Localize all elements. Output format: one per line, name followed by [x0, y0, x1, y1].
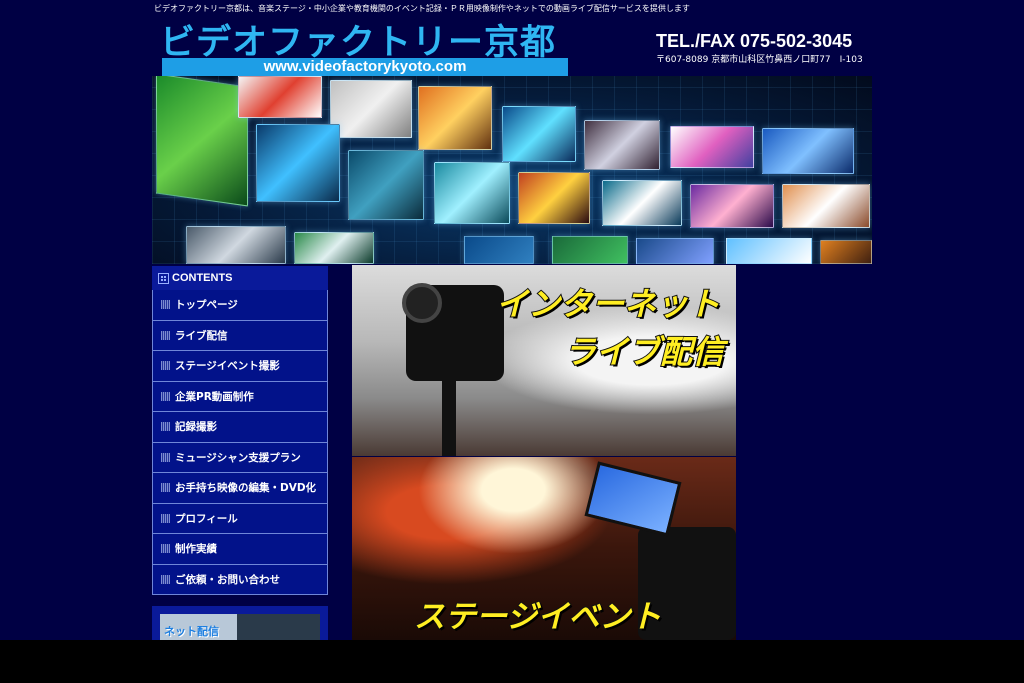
banner-screen — [762, 128, 854, 174]
bullet-icon — [161, 483, 170, 493]
banner-screen — [418, 86, 492, 150]
banner-screen — [518, 172, 590, 224]
banner-screen — [464, 236, 534, 264]
bullet-icon — [161, 391, 170, 401]
contents-heading: CONTENTS — [152, 266, 328, 290]
bottom-bar — [0, 640, 1024, 683]
banner-screen — [552, 236, 628, 264]
banner-screen — [820, 240, 872, 264]
bullet-icon — [161, 574, 170, 584]
hero-banner — [152, 76, 872, 264]
bullet-icon — [161, 300, 170, 310]
banner-screen — [294, 232, 374, 264]
nav-item-label: 制作実績 — [175, 543, 217, 556]
banner-screen — [636, 238, 714, 264]
live-feature-title-line1: インターネット — [495, 284, 721, 324]
banner-screen — [602, 180, 682, 226]
nav-item-recording[interactable]: 記録撮影 — [152, 412, 328, 443]
nav-item-label: ミュージシャン支援プラン — [175, 451, 301, 464]
banner-screen — [434, 162, 510, 224]
nav-item-stage-event[interactable]: ステージイベント撮影 — [152, 351, 328, 382]
tripod — [442, 381, 456, 456]
nav-item-label: ご依頼・お問い合わせ — [175, 573, 280, 586]
stage-event-feature[interactable]: ステージイベント — [352, 457, 736, 640]
bullet-icon — [161, 513, 170, 523]
bullet-icon — [161, 330, 170, 340]
net-streaming-banner[interactable]: ネット配信 — [160, 614, 320, 640]
banner-screen — [670, 126, 754, 168]
bullet-icon — [161, 422, 170, 432]
banner-screen — [502, 106, 576, 162]
camera-lens — [402, 283, 442, 323]
banner-screen — [256, 124, 340, 202]
nav-item-portfolio[interactable]: 制作実績 — [152, 534, 328, 565]
banner-screen — [186, 226, 286, 264]
bullet-icon — [161, 452, 170, 462]
nav-item-label: トップページ — [175, 299, 238, 312]
bullet-icon — [161, 544, 170, 554]
grid-icon — [158, 272, 169, 284]
live-feature-title-line2: ライブ配信 — [563, 332, 725, 372]
net-streaming-banner-label: ネット配信 — [164, 625, 219, 638]
nav-item-top-page[interactable]: トップページ — [152, 290, 328, 321]
nav-item-live-streaming[interactable]: ライブ配信 — [152, 320, 328, 351]
stage-feature-title: ステージイベント — [413, 598, 662, 636]
camera-viewfinder — [584, 461, 682, 537]
phone-number: TEL./FAX 075-502-3045 — [656, 31, 853, 51]
banner-screen — [726, 238, 812, 264]
nav-item-musician-plan[interactable]: ミュージシャン支援プラン — [152, 442, 328, 473]
banner-screen — [690, 184, 774, 228]
bullet-icon — [161, 361, 170, 371]
address: 〒607-8089 京都市山科区竹鼻西ノ口町77 Ⅰ-103 — [656, 55, 863, 65]
nav-item-label: ステージイベント撮影 — [175, 360, 280, 373]
nav-item-corporate-pr[interactable]: 企業PR動画制作 — [152, 381, 328, 412]
nav-item-label: お手持ち映像の編集・DVD化 — [175, 482, 317, 495]
nav-item-contact[interactable]: ご依頼・お問い合わせ — [152, 564, 328, 595]
banner-screen — [584, 120, 660, 170]
banner-screen — [238, 76, 322, 118]
banner-screen — [782, 184, 870, 228]
nav-item-video-editing[interactable]: お手持ち映像の編集・DVD化 — [152, 473, 328, 504]
site-tagline: ビデオファクトリー京都は、音楽ステージ・中小企業や教育機関のイベント記録・ＰＲ用… — [154, 4, 690, 13]
nav-item-label: 記録撮影 — [175, 421, 217, 434]
banner-screen — [156, 76, 248, 207]
nav-item-label: ライブ配信 — [175, 329, 228, 342]
site-url: www.videofactorykyoto.com — [162, 58, 568, 76]
banner-screen — [348, 150, 424, 220]
contents-nav: CONTENTS トップページ ライブ配信 ステージイベント撮影 企業PR動画制… — [152, 266, 328, 595]
nav-item-profile[interactable]: プロフィール — [152, 503, 328, 534]
banner-screen — [330, 80, 412, 138]
nav-item-label: プロフィール — [175, 512, 238, 525]
contents-heading-label: CONTENTS — [172, 272, 233, 284]
live-streaming-feature[interactable]: インターネット ライブ配信 — [352, 265, 736, 456]
nav-item-label: 企業PR動画制作 — [175, 390, 254, 403]
